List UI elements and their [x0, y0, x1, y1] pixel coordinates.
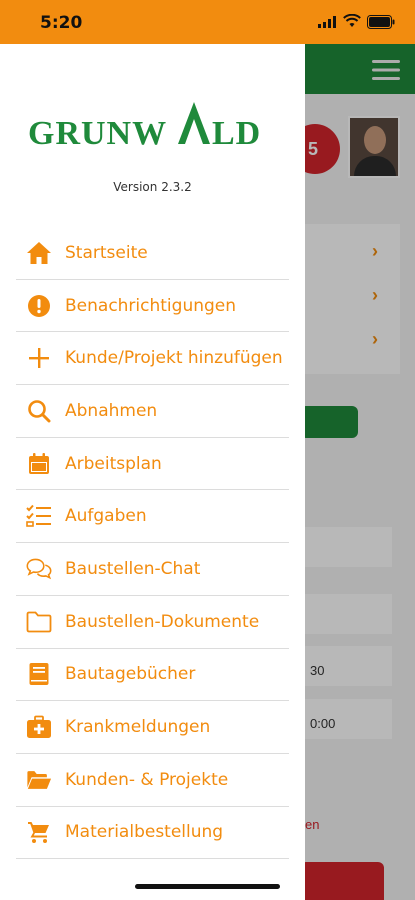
drawer-menu: Startseite Benachrichtigungen Kunde/Proj… [16, 227, 289, 860]
menu-item-kunden-projekte[interactable]: Kunden- & Projekte [16, 754, 289, 807]
menu-item-aufgaben[interactable]: Aufgaben [16, 490, 289, 544]
menu-item-baustellen-dokumente[interactable]: Baustellen-Dokumente [16, 596, 289, 649]
book-icon [26, 661, 52, 687]
battery-icon [367, 15, 395, 29]
folder-icon [26, 609, 52, 635]
home-icon [26, 240, 52, 266]
search-icon [26, 398, 52, 424]
cellular-signal-icon [318, 16, 336, 28]
menu-item-startseite[interactable]: Startseite [16, 227, 289, 280]
svg-text:GRUNW: GRUNW [28, 115, 167, 152]
menu-item-abnahmen[interactable]: Abnahmen [16, 385, 289, 438]
cart-icon [26, 819, 52, 845]
menu-item-label: Baustellen-Chat [65, 558, 201, 579]
menu-item-label: Kunden- & Projekte [65, 769, 229, 790]
menu-item-label: Aufgaben [65, 506, 147, 527]
medical-kit-icon [26, 714, 52, 740]
app-version: Version 2.3.2 [113, 180, 192, 194]
status-bar: 5:20 [0, 0, 415, 44]
menu-item-label: Abnahmen [65, 400, 158, 421]
status-time: 5:20 [40, 13, 83, 33]
menu-item-label: Krankmeldungen [65, 717, 211, 738]
wifi-icon [343, 14, 361, 27]
menu-item-materialbestellung[interactable]: Materialbestellung [16, 807, 289, 860]
checklist-icon [26, 503, 52, 529]
chat-icon [26, 556, 52, 582]
menu-item-label: Kunde/Projekt hinzufügen [65, 348, 283, 369]
menu-item-label: Materialbestellung [65, 822, 224, 843]
home-indicator[interactable] [135, 884, 280, 889]
menu-item-label: Bautagebücher [65, 664, 196, 685]
menu-item-bautagebuecher[interactable]: Bautagebücher [16, 649, 289, 702]
menu-item-baustellen-chat[interactable]: Baustellen-Chat [16, 543, 289, 596]
menu-item-label: Baustellen-Dokumente [65, 611, 260, 632]
plus-icon [26, 345, 52, 371]
menu-item-label: Benachrichtigungen [65, 295, 237, 316]
calendar-icon [26, 451, 52, 477]
navigation-drawer: GRUNW LD Version 2.3.2 Startseite Benach… [0, 44, 305, 900]
menu-item-kunde-projekt-hinzufuegen[interactable]: Kunde/Projekt hinzufügen [16, 332, 289, 386]
menu-item-krankmeldungen[interactable]: Krankmeldungen [16, 701, 289, 754]
grunwald-logo: GRUNW LD [28, 102, 261, 152]
svg-text:LD: LD [212, 115, 261, 152]
folder-open-icon [26, 767, 52, 793]
menu-item-arbeitsplan[interactable]: Arbeitsplan [16, 438, 289, 491]
menu-item-label: Startseite [65, 242, 148, 263]
menu-item-label: Arbeitsplan [65, 453, 162, 474]
menu-item-benachrichtigungen[interactable]: Benachrichtigungen [16, 280, 289, 333]
alert-circle-icon [26, 293, 52, 319]
